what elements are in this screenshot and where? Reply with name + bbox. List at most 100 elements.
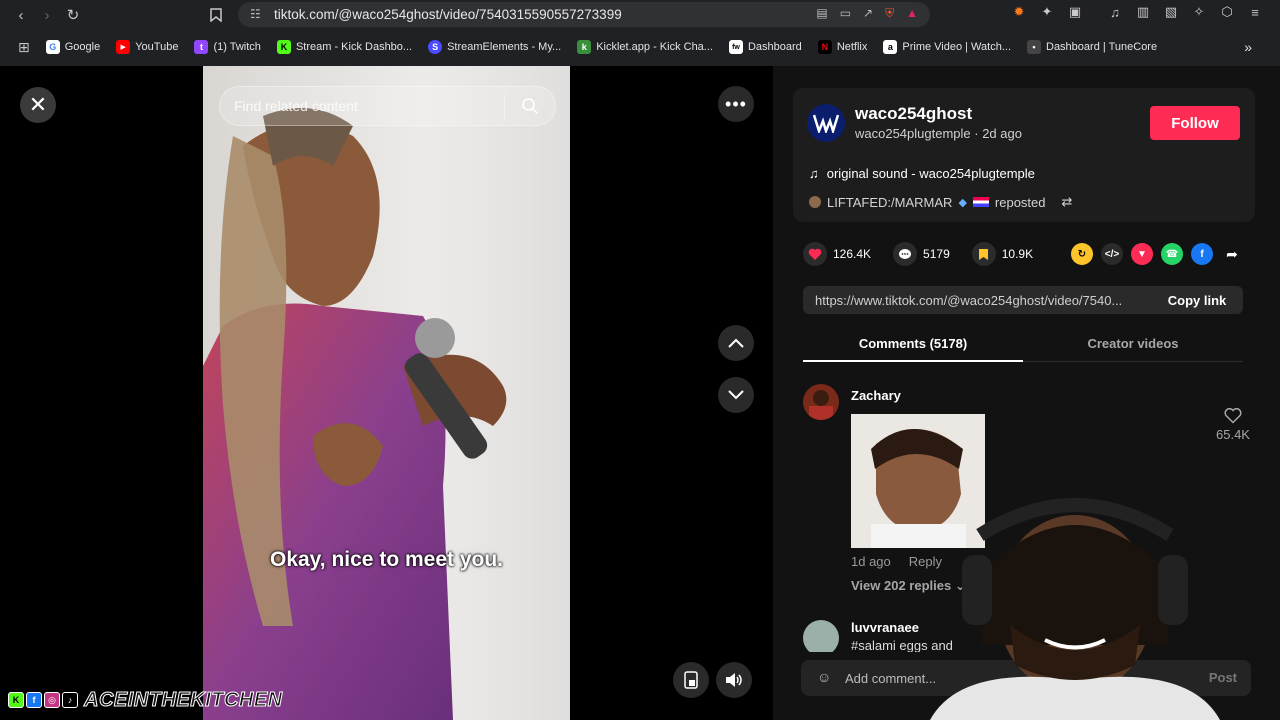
bookmark-youtube[interactable]: ▶ YouTube: [108, 36, 186, 58]
save-count: 10.9K: [1001, 247, 1034, 261]
heart-outline-icon: [1224, 408, 1242, 424]
video-frame: [203, 108, 507, 720]
facebook-icon[interactable]: f: [1191, 243, 1213, 265]
bookmark-label: Netflix: [836, 41, 868, 53]
vpn-icon[interactable]: ⬡: [1218, 3, 1236, 21]
commenter-name[interactable]: Zachary: [851, 388, 901, 403]
install-icon[interactable]: ▭: [840, 6, 851, 21]
more-bookmarks-icon[interactable]: »: [1236, 36, 1260, 58]
follow-button[interactable]: Follow: [1150, 106, 1240, 140]
bookmark-twitch[interactable]: t (1) Twitch: [186, 36, 268, 58]
menu-icon[interactable]: ≡: [1246, 3, 1264, 21]
tab-creator-videos[interactable]: Creator videos: [1023, 328, 1243, 361]
commenter-avatar[interactable]: [803, 620, 839, 652]
share-link-text[interactable]: https://www.tiktok.com/@waco254ghost/vid…: [815, 293, 1122, 308]
sidebar-icon[interactable]: ▥: [1134, 3, 1152, 21]
tab-icon[interactable]: ▣: [1066, 3, 1084, 21]
reload-icon[interactable]: ↻: [60, 2, 86, 28]
fw-icon: fw: [728, 40, 743, 54]
whatsapp-icon[interactable]: ☎: [1161, 243, 1183, 265]
bookmark-prime-video[interactable]: a Prime Video | Watch...: [875, 36, 1019, 58]
cast-icon[interactable]: ▤: [816, 6, 827, 21]
bookmark-dashboard[interactable]: fw Dashboard: [721, 36, 810, 58]
bookmark-kick-dashboard[interactable]: K Stream - Kick Dashbo...: [269, 36, 420, 58]
bookmark-streamelements[interactable]: S StreamElements - My...: [420, 36, 569, 58]
send-icon[interactable]: ▼: [1131, 243, 1153, 265]
bookmark-google[interactable]: G Google: [38, 36, 108, 58]
forward-icon[interactable]: ›: [34, 2, 60, 28]
bookmark-netflix[interactable]: N Netflix: [810, 36, 876, 58]
bookmark-save-icon: [971, 242, 996, 266]
volume-icon: [726, 673, 742, 687]
save-stat[interactable]: 10.9K: [971, 242, 1034, 266]
bookmark-label: (1) Twitch: [213, 41, 261, 53]
url-text: tiktok.com/@waco254ghost/video/754031559…: [274, 7, 622, 22]
bookmark-label: StreamElements - My...: [447, 41, 562, 53]
sound-link[interactable]: ♫ original sound - waco254plugtemple: [809, 166, 1035, 181]
creator-username[interactable]: waco254ghost: [855, 104, 972, 124]
browser-toolbar: ‹ › ↻ ☷ tiktok.com/@waco254ghost/video/7…: [0, 0, 1280, 30]
volume-button[interactable]: [716, 662, 752, 698]
amazon-icon: a: [883, 40, 898, 54]
flag-icon: [972, 197, 989, 207]
pip-icon: [684, 671, 698, 689]
puzzle-icon[interactable]: ✦: [1038, 3, 1056, 21]
video-caption: Okay, nice to meet you.: [269, 548, 504, 571]
address-bar[interactable]: ☷ tiktok.com/@waco254ghost/video/7540315…: [238, 2, 930, 27]
wallet-icon[interactable]: ▧: [1162, 3, 1180, 21]
tab-comments[interactable]: Comments (5178): [803, 328, 1023, 362]
bookmark-icon[interactable]: [203, 2, 229, 28]
share-icon[interactable]: ↗: [863, 6, 873, 21]
comment-like[interactable]: 65.4K: [1203, 408, 1263, 442]
bookmark-kicklet[interactable]: k Kicklet.app - Kick Cha...: [569, 36, 721, 58]
extensions-area: ✹ ✦ ▣ ♫ ▥ ▧ ✧ ⬡ ≡: [1010, 3, 1264, 21]
streamelements-icon: S: [428, 40, 443, 54]
like-stat[interactable]: 126.4K: [803, 242, 871, 266]
music-note-icon: ♫: [809, 166, 819, 181]
commenter-avatar[interactable]: [803, 384, 839, 420]
copy-link-button[interactable]: Copy link: [1151, 286, 1243, 314]
reposter-name[interactable]: LIFTAFED:/MARMAR: [827, 195, 952, 210]
search-icon[interactable]: [521, 97, 539, 115]
next-video-button[interactable]: [718, 377, 754, 413]
music-icon[interactable]: ♫: [1106, 3, 1124, 21]
netflix-icon: N: [817, 40, 832, 54]
site-settings-icon[interactable]: ☷: [250, 7, 264, 21]
previous-video-button[interactable]: [718, 325, 754, 361]
creator-avatar[interactable]: [807, 104, 845, 142]
more-options-button[interactable]: •••: [718, 86, 754, 122]
related-search-input[interactable]: Find related content: [219, 86, 556, 126]
repost-share-icon[interactable]: ↻: [1071, 243, 1093, 265]
video-player[interactable]: Find related content Okay, nice to meet …: [203, 66, 570, 720]
repost-icon[interactable]: ⇄: [1062, 194, 1073, 210]
sound-label: original sound - waco254plugtemple: [826, 166, 1035, 181]
bookmark-label: Dashboard | TuneCore: [1046, 41, 1158, 53]
reposter-avatar[interactable]: [809, 196, 821, 208]
leo-icon[interactable]: ✧: [1190, 3, 1208, 21]
facebook-icon: f: [26, 692, 42, 708]
back-icon[interactable]: ‹: [8, 2, 34, 28]
bookmarks-bar: ⊞ G Google ▶ YouTube t (1) Twitch K Stre…: [0, 33, 1280, 61]
twitch-icon: t: [194, 40, 209, 54]
kicklet-icon: k: [577, 40, 592, 54]
bookmark-label: Google: [64, 41, 101, 53]
apps-icon[interactable]: ⊞: [10, 36, 38, 58]
close-icon: ✕: [28, 92, 48, 117]
bookmark-tunecore[interactable]: • Dashboard | TuneCore: [1019, 36, 1165, 58]
comment-stat[interactable]: 5179: [893, 242, 950, 266]
emoji-icon[interactable]: ☺: [817, 669, 831, 685]
close-button[interactable]: ✕: [20, 87, 56, 123]
share-link-box: https://www.tiktok.com/@waco254ghost/vid…: [803, 286, 1243, 314]
embed-icon[interactable]: </>: [1101, 243, 1123, 265]
brand-name: ACEINTHEKITCHEN: [84, 688, 283, 711]
comment-like-count: 65.4K: [1216, 427, 1250, 442]
share-arrow-icon[interactable]: ➦: [1221, 243, 1243, 265]
extension-icon[interactable]: ✹: [1010, 3, 1028, 21]
brave-rewards-icon[interactable]: ▲: [906, 6, 918, 21]
floating-player-button[interactable]: [673, 662, 709, 698]
webcam-frame: [930, 498, 1220, 720]
youtube-icon: ▶: [116, 40, 131, 54]
brave-shield-icon[interactable]: ⛨: [885, 6, 894, 21]
panel-tabs: Comments (5178) Creator videos: [803, 328, 1243, 362]
tiktok-icon: ♪: [62, 692, 78, 708]
